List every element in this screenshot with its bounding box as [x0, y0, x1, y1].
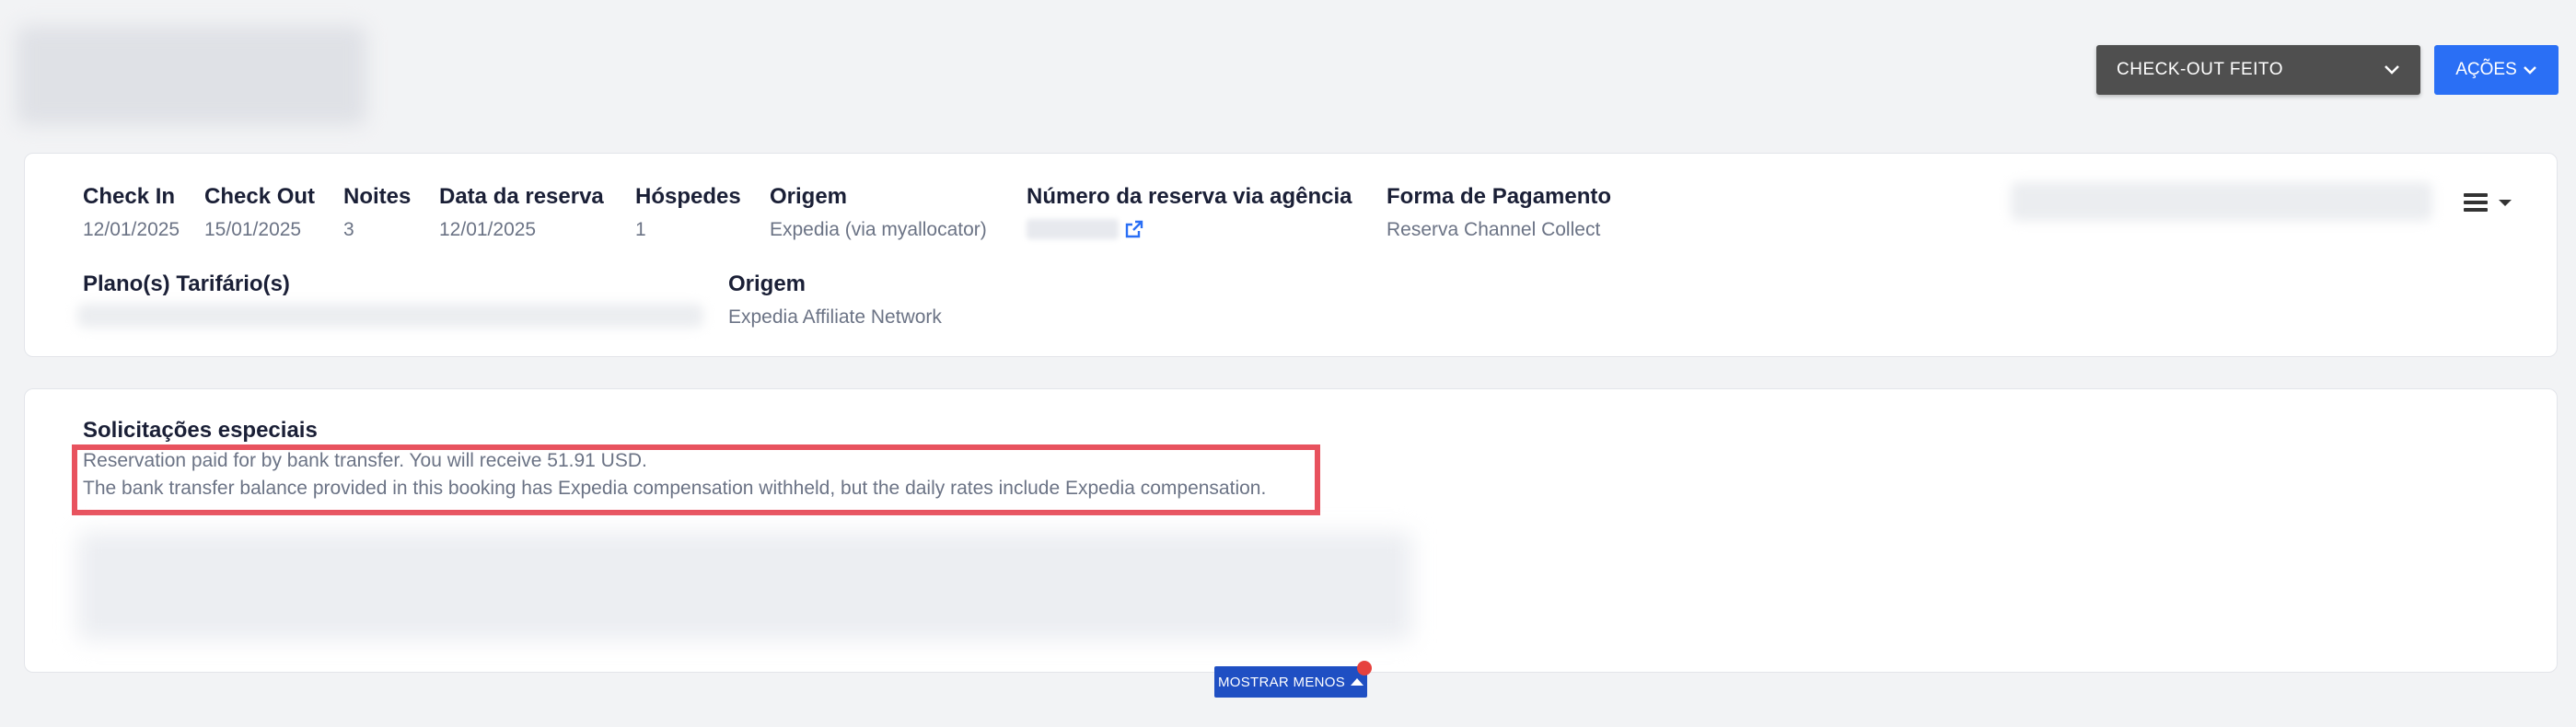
- check-out-field: Check Out 15/01/2025: [204, 184, 315, 241]
- caret-down-icon: [2499, 199, 2512, 206]
- agency-number-redacted: [1027, 219, 1119, 239]
- check-in-label: Check In: [83, 184, 176, 209]
- special-requests-redacted: [77, 532, 1412, 640]
- agency-number-label: Número da reserva via agência: [1027, 184, 1352, 209]
- nights-field: Noites 3: [343, 184, 411, 241]
- origin-label: Origem: [770, 184, 848, 209]
- options-menu[interactable]: [2464, 193, 2512, 212]
- origin-value: Expedia (via myallocator): [770, 219, 987, 240]
- payment-label: Forma de Pagamento: [1387, 184, 1612, 209]
- chevron-down-icon: [2385, 65, 2399, 75]
- status-select[interactable]: CHECK-OUT FEITO: [2096, 45, 2420, 95]
- special-request-line-2: The bank transfer balance provided in th…: [83, 478, 1267, 499]
- status-select-label: CHECK-OUT FEITO: [2117, 60, 2283, 79]
- page-title-redacted: [17, 26, 366, 125]
- nights-label: Noites: [343, 184, 412, 209]
- special-requests-title: Solicitações especiais: [83, 418, 318, 443]
- booking-date-field: Data da reserva 12/01/2025: [439, 184, 604, 241]
- check-in-field: Check In 12/01/2025: [83, 184, 180, 241]
- rate-plans-label: Plano(s) Tarifário(s): [83, 271, 290, 296]
- special-request-line-1: Reservation paid for by bank transfer. Y…: [83, 450, 647, 471]
- origin-field: Origem Expedia (via myallocator): [770, 184, 987, 241]
- redacted-summary: [2011, 182, 2432, 221]
- payment-field: Forma de Pagamento Reserva Channel Colle…: [1387, 184, 1611, 241]
- show-less-button[interactable]: MOSTRAR MENOS: [1214, 666, 1367, 698]
- nights-value: 3: [343, 219, 354, 240]
- actions-button[interactable]: AÇÕES: [2434, 45, 2559, 95]
- notification-dot: [1357, 661, 1372, 675]
- origin2-value: Expedia Affiliate Network: [728, 306, 942, 328]
- check-out-value: 15/01/2025: [204, 219, 302, 240]
- payment-value: Reserva Channel Collect: [1387, 219, 1601, 240]
- check-out-label: Check Out: [204, 184, 316, 209]
- booking-date-value: 12/01/2025: [439, 219, 537, 240]
- rate-plans-field: Plano(s) Tarifário(s): [83, 271, 290, 297]
- external-link-icon[interactable]: [1124, 219, 1144, 239]
- hamburger-menu-icon[interactable]: [2464, 193, 2488, 212]
- origin2-label: Origem: [728, 271, 806, 296]
- check-in-value: 12/01/2025: [83, 219, 180, 240]
- guests-value: 1: [635, 219, 646, 240]
- origin2-field: Origem Expedia Affiliate Network: [728, 271, 942, 329]
- rate-plans-redacted: [77, 304, 703, 328]
- actions-button-label: AÇÕES: [2455, 60, 2517, 79]
- chevron-down-icon: [2523, 65, 2536, 75]
- booking-date-label: Data da reserva: [439, 184, 604, 209]
- agency-number-field: Número da reserva via agência: [1027, 184, 1352, 239]
- guests-label: Hóspedes: [635, 184, 741, 209]
- guests-field: Hóspedes 1: [635, 184, 741, 241]
- show-less-label: MOSTRAR MENOS: [1217, 674, 1346, 690]
- caret-up-icon: [1351, 678, 1364, 686]
